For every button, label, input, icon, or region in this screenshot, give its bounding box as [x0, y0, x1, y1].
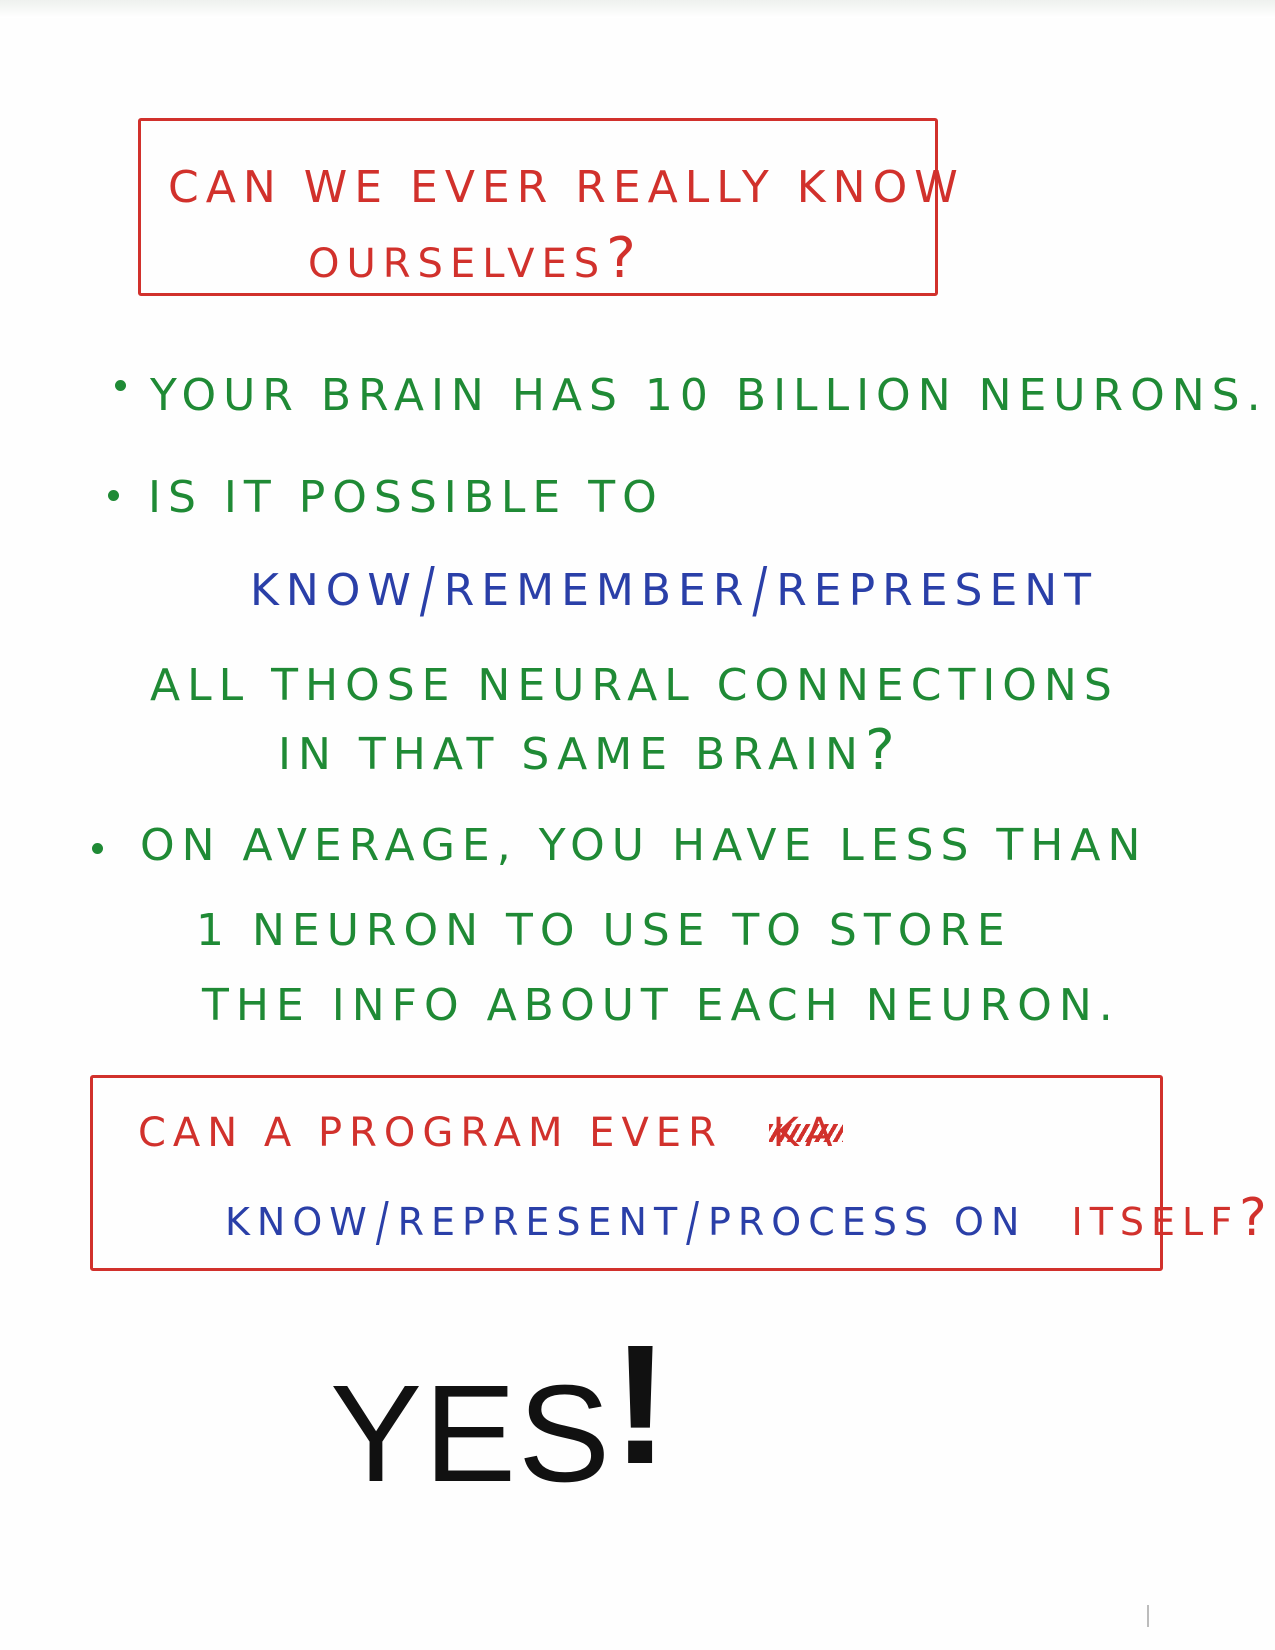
bottom-question-mark: ? [1239, 1188, 1274, 1248]
bullet-1-text: YOUR BRAIN HAS 10 BILLION NEURONS. [150, 370, 1268, 421]
answer-yes: YES! [330, 1310, 671, 1521]
scan-edge [0, 0, 1275, 18]
slash-separator: / [686, 1191, 706, 1253]
bottom-question-text: CAN A PROGRAM EVER [138, 1110, 723, 1156]
bullet-3-line1: ON AVERAGE, YOU HAVE LESS THAN [140, 820, 1148, 871]
crossed-out-text: KA [772, 1110, 840, 1156]
scan-mark [1147, 1605, 1149, 1627]
bullet-dot-3 [92, 843, 103, 854]
answer-word: YES [330, 1357, 613, 1511]
crossed-out-word: KA [768, 1110, 844, 1156]
top-question-word: OURSELVES [308, 241, 607, 287]
bullet-3-line3: THE INFO ABOUT EACH NEURON. [202, 980, 1120, 1031]
slash-separator: / [375, 1191, 396, 1253]
verb-process-on: PROCESS ON [707, 1200, 1027, 1244]
verb-know-2: KNOW [225, 1200, 374, 1244]
bullet-2-verbs: KNOW/REMEMBER/REPRESENT [250, 555, 1099, 626]
bullet-dot-2 [108, 490, 119, 501]
scanned-page: CAN WE EVER REALLY KNOW OURSELVES? YOUR … [0, 0, 1275, 1650]
bottom-question-line1: CAN A PROGRAM EVER KA [138, 1110, 844, 1156]
bullet-2-line1: IS IT POSSIBLE TO [148, 472, 664, 523]
bullet-2-line4-text: IN THAT SAME BRAIN [278, 729, 865, 780]
word-itself: ITSELF [1071, 1200, 1240, 1244]
verb-represent-2: REPRESENT [397, 1200, 685, 1244]
slash-separator: / [752, 554, 775, 627]
top-question-line1: CAN WE EVER REALLY KNOW [168, 162, 965, 213]
bullet-2-line3: ALL THOSE NEURAL CONNECTIONS [150, 660, 1119, 711]
bullet-2-qmark: ? [864, 718, 902, 783]
bottom-question-line2: KNOW/REPRESENT/PROCESS ON ITSELF? [225, 1188, 1274, 1253]
verb-remember: REMEMBER [443, 565, 751, 616]
bullet-3-line2: 1 NEURON TO USE TO STORE [196, 905, 1012, 956]
bullet-2-line4: IN THAT SAME BRAIN? [278, 718, 902, 783]
top-question-mark: ? [606, 226, 643, 291]
verb-represent: REPRESENT [776, 565, 1099, 616]
answer-exclaim: ! [612, 1310, 671, 1500]
verb-know: KNOW [250, 565, 418, 616]
slash-separator: / [419, 554, 442, 627]
top-question-line2: OURSELVES? [308, 226, 643, 291]
bullet-dot-1 [115, 380, 126, 391]
